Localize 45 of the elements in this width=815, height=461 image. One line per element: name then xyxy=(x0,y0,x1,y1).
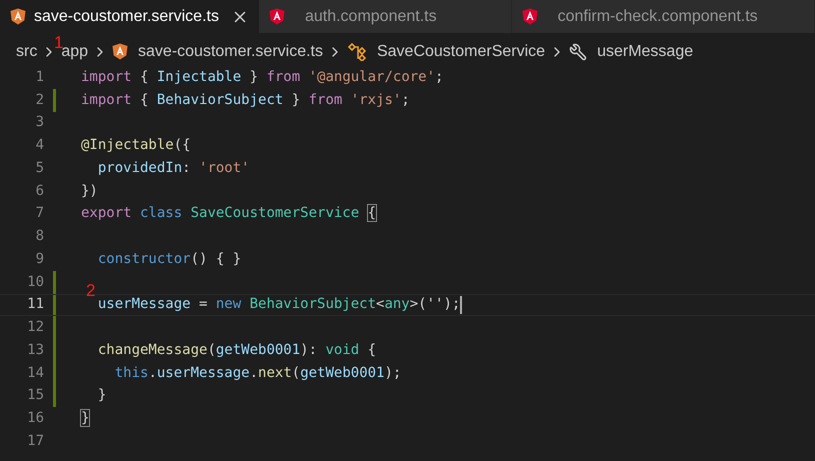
breadcrumb-item[interactable]: userMessage xyxy=(597,40,694,64)
line-number: 16 xyxy=(26,409,44,428)
code-line: constructor() { } xyxy=(96,250,242,269)
code-line: changeMessage(getWeb0001): void { xyxy=(96,340,376,360)
line-number: 2 xyxy=(34,90,44,110)
annotation-number: 1 xyxy=(54,34,64,51)
code-line: }) xyxy=(81,182,98,201)
line-number: 9 xyxy=(34,250,44,269)
breadcrumb-item[interactable]: save-coustomer.service.ts xyxy=(138,40,323,64)
code-line: } xyxy=(81,409,90,428)
breadcrumb-item[interactable]: app xyxy=(61,40,88,64)
code-line: import { BehaviorSubject } from 'rxjs'; xyxy=(81,90,410,110)
code-line: @Injectable({ xyxy=(81,136,191,156)
line-number: 4 xyxy=(34,136,44,156)
tab-label: confirm-check.component.ts xyxy=(558,6,758,26)
line-number: 6 xyxy=(34,182,44,201)
line-number: 12 xyxy=(26,318,44,338)
tab-label: auth.component.ts xyxy=(304,6,437,26)
code-line: } xyxy=(96,386,106,406)
line-number: 15 xyxy=(26,386,44,406)
editor-tab[interactable]: save-coustomer.service.ts xyxy=(0,0,259,33)
annotation-number: 2 xyxy=(86,282,96,298)
line-number: 17 xyxy=(26,432,44,451)
line-number: 14 xyxy=(26,364,44,383)
class-symbol-icon xyxy=(346,42,367,60)
line-number: 10 xyxy=(26,272,44,292)
line-number: 11 xyxy=(26,295,44,314)
line-number: 8 xyxy=(34,227,44,246)
editor-tab[interactable]: confirm-check.component.ts xyxy=(512,0,815,33)
editor-tab[interactable]: auth.component.ts xyxy=(258,0,512,33)
line-number: 7 xyxy=(34,204,44,224)
line-number: 1 xyxy=(34,68,44,87)
angular-shield-icon xyxy=(112,43,128,60)
code-line: this.userMessage.next(getWeb0001); xyxy=(114,364,402,383)
line-number: 13 xyxy=(26,340,44,360)
code-line: export class SaveCoustomerService { xyxy=(81,204,376,224)
breadcrumb-item[interactable]: SaveCoustomerService xyxy=(376,40,546,64)
tab-label: save-coustomer.service.ts xyxy=(34,6,219,26)
code-line: import { Injectable } from '@angular/core'; xyxy=(81,68,444,87)
wrench-icon xyxy=(569,42,588,60)
line-number: 3 xyxy=(34,113,44,132)
line-number: 5 xyxy=(34,158,44,178)
code-line: providedIn: 'root' xyxy=(96,158,250,178)
breadcrumb-item[interactable]: src xyxy=(16,40,38,64)
code-line: userMessage = new BehaviorSubject<any>(''); xyxy=(96,295,460,314)
